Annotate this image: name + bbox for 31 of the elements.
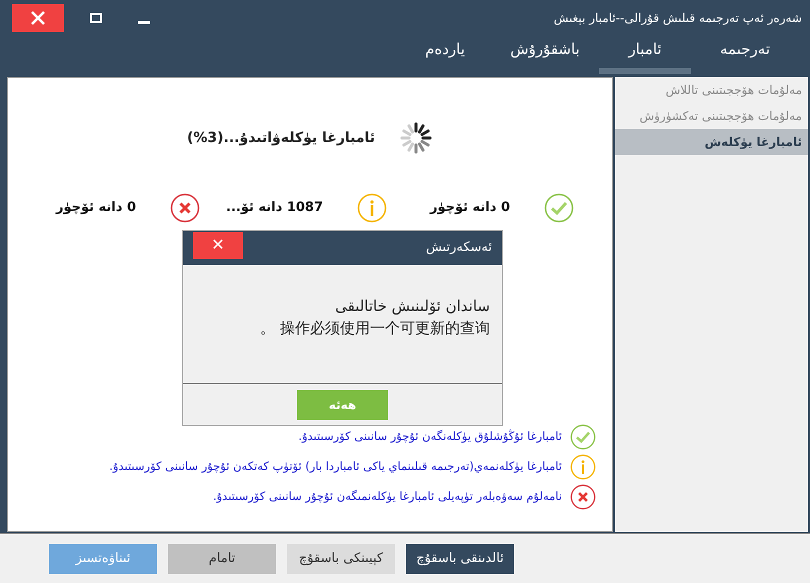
footer-button[interactable]: كېيىنكى باسقۇچ bbox=[287, 544, 395, 574]
dialog-message: 操作必须使用一个可更新的查询 。 bbox=[259, 318, 490, 339]
count-label: 1087 دانە ئۆ... bbox=[226, 199, 323, 218]
tab[interactable]: ياردەم bbox=[395, 36, 495, 74]
window-title: شەرەر ئەپ تەرجىمە قىلىش قۇرالى--ئامبار بېغىش bbox=[554, 10, 803, 27]
tab[interactable]: تەرجىمە bbox=[695, 36, 795, 74]
check-circle-icon bbox=[544, 193, 574, 223]
info-circle-icon bbox=[357, 193, 387, 223]
dialog-title: ئەسكەرتىش bbox=[426, 239, 493, 258]
progress-label: ئامبارغا يۈكلەۋاتىدۇ...(3%) bbox=[186, 128, 376, 148]
info-circle-icon bbox=[570, 454, 596, 480]
footer-button[interactable]: تامام bbox=[168, 544, 276, 574]
count-label: 0 دانە ئۆچۈر bbox=[430, 199, 510, 218]
close-button[interactable]: ✕ bbox=[193, 232, 243, 258]
legend-text: ئامبارغا يۈكلەنمەي(تەرجىمە قىلىنماي ياكى ئامباردا بار) ئۆتۈپ كەتكەن ئۇچۇر سانىنى كۆرسىتىدۇ. bbox=[109, 458, 562, 476]
footer-button[interactable]: ئالدىنقى باسقۇچ bbox=[406, 544, 514, 574]
maximize-icon[interactable] bbox=[90, 13, 102, 23]
loading-spinner-icon bbox=[399, 121, 434, 155]
sidebar-item[interactable]: ئامبارغا يۈكلەش bbox=[615, 129, 808, 155]
count-label: 0 دانە ئۆچۈر bbox=[56, 199, 136, 218]
close-button[interactable] bbox=[12, 4, 64, 32]
tab[interactable]: ئامبار bbox=[595, 36, 695, 74]
legend-text: نامەلۇم سەۋەبلەر تۈپەيلى ئامبارغا يۈكلەنمىگەن ئۇچۇر سانىنى كۆرسىتىدۇ. bbox=[212, 488, 562, 506]
close-icon bbox=[31, 11, 45, 25]
tab[interactable]: باشقۇرۇش bbox=[495, 36, 595, 74]
error-circle-icon bbox=[570, 484, 596, 510]
legend-text: ئامبارغا ئۇڭۇشلۇق يۈكلەنگەن ئۇچۇر سانىنى كۆرسىتىدۇ. bbox=[298, 428, 562, 446]
dialog-message: ساندان ئۆلىنىش خاتالىقى bbox=[334, 296, 490, 317]
minimize-icon[interactable] bbox=[138, 20, 150, 24]
error-circle-icon bbox=[170, 193, 200, 223]
check-circle-icon bbox=[570, 424, 596, 450]
